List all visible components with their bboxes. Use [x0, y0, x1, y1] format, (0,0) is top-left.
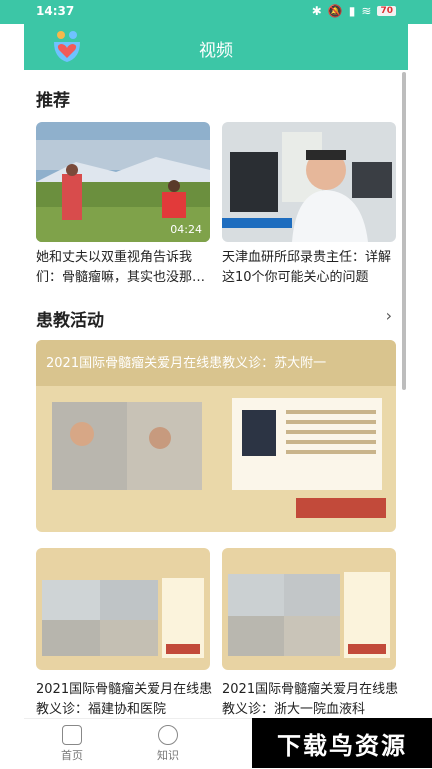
bluetooth-icon: ✱: [311, 4, 322, 18]
wifi-icon: ≋: [361, 4, 372, 18]
battery-icon: 70: [377, 6, 396, 16]
knowledge-icon: [158, 725, 178, 745]
video-thumbnail[interactable]: 04:24: [36, 122, 210, 242]
signal-icon: ▮: [348, 4, 356, 18]
scrollbar[interactable]: [402, 72, 406, 390]
activity-banner[interactable]: 2021国际骨髓瘤关爱月在线患教义诊：苏大附一: [36, 340, 396, 532]
status-time: 14:37: [36, 4, 75, 18]
chevron-right-icon[interactable]: ›: [386, 306, 392, 325]
caption-line: 们：骨髓瘤嘛，其实也没那…: [36, 270, 206, 285]
video-caption[interactable]: 她和丈夫以双重视角告诉我 们：骨髓瘤嘛，其实也没那…: [36, 248, 212, 288]
watermark: 下载鸟资源: [252, 718, 432, 768]
activity-thumbnail[interactable]: [36, 548, 210, 670]
recommend-section-title: 推荐: [36, 91, 70, 111]
activity-thumbnail-image: [36, 548, 210, 670]
mute-icon: 🔕: [327, 4, 343, 18]
caption-line: 2021国际骨髓瘤关爱月在线患: [36, 682, 213, 697]
tab-label: 知识: [157, 749, 179, 762]
banner-title: 2021国际骨髓瘤关爱月在线患教义诊：苏大附一: [46, 356, 327, 371]
main-content[interactable]: 推荐 04:24 她和丈夫以双重视角告诉我 们：骨髓瘤嘛，其实也没那… 天津血研…: [24, 70, 408, 718]
video-thumbnail[interactable]: [222, 122, 396, 242]
tab-label: 首页: [61, 749, 83, 762]
tab-home[interactable]: 首页: [42, 725, 102, 763]
activity-caption[interactable]: 2021国际骨髓瘤关爱月在线患 教义诊：福建协和医院: [36, 680, 216, 718]
home-icon: [62, 725, 82, 745]
page-title: 视频: [199, 41, 233, 61]
caption-line: 教义诊：浙大一院血液科: [222, 702, 366, 717]
activity-thumbnail-image: [222, 548, 396, 670]
status-icons: ✱ 🔕 ▮ ≋ 70: [312, 4, 396, 18]
app-header: 视频: [24, 24, 408, 70]
activity-caption[interactable]: 2021国际骨髓瘤关爱月在线患 教义诊：浙大一院血液科: [222, 680, 402, 718]
caption-line: 教义诊：福建协和医院: [36, 702, 167, 717]
tab-knowledge[interactable]: 知识: [138, 725, 198, 763]
video-caption[interactable]: 天津血研所邱录贵主任：详解 这10个你可能关心的问题: [222, 248, 402, 288]
caption-line: 2021国际骨髓瘤关爱月在线患: [222, 682, 399, 697]
caption-line: 她和丈夫以双重视角告诉我: [36, 250, 193, 265]
caption-line: 这10个你可能关心的问题: [222, 270, 369, 285]
activity-thumbnail[interactable]: [222, 548, 396, 670]
video-duration: 04:24: [170, 223, 202, 236]
status-bar: 14:37 ✱ 🔕 ▮ ≋ 70: [0, 0, 432, 24]
caption-line: 天津血研所邱录贵主任：详解: [222, 250, 392, 265]
video-thumbnail-image: [222, 122, 396, 242]
activity-section-title: 患教活动: [36, 311, 104, 331]
